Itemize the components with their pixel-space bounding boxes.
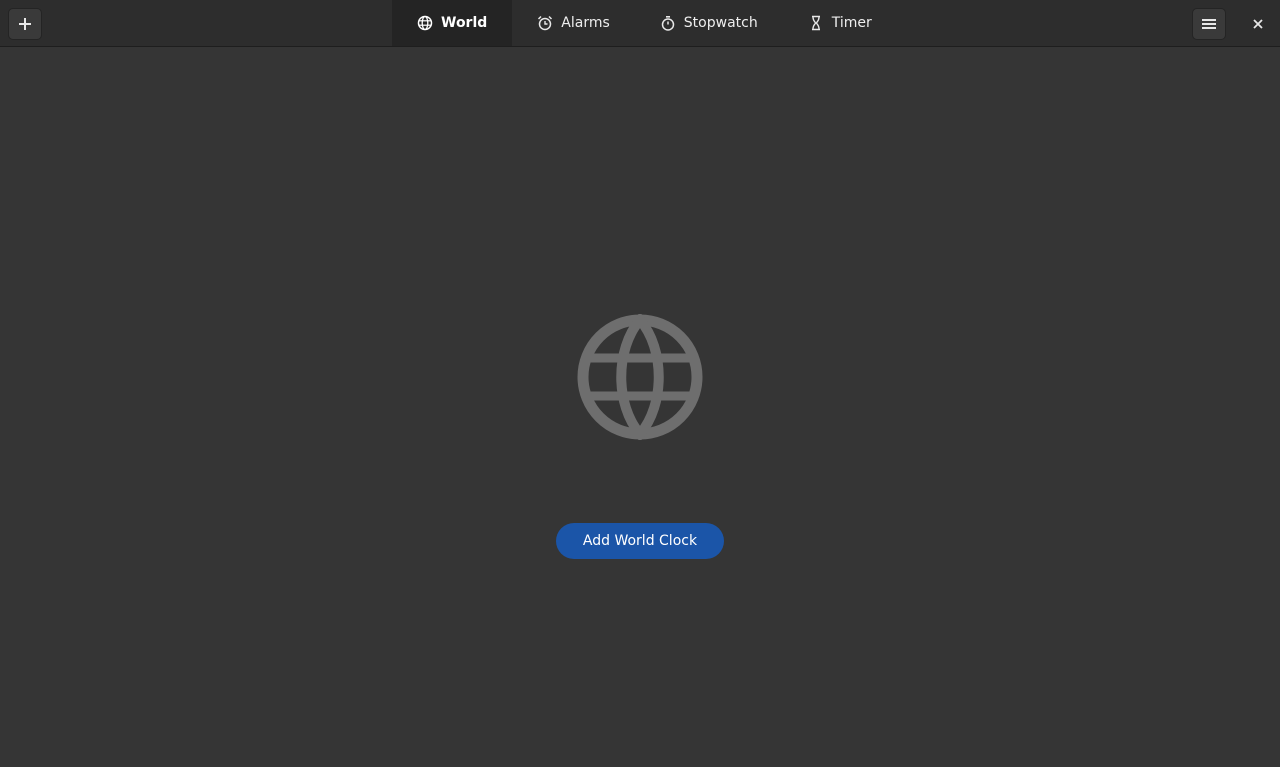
tab-alarms[interactable]: Alarms [512,0,635,46]
close-button[interactable] [1241,8,1275,40]
tab-timer[interactable]: Timer [783,0,897,46]
hourglass-icon [811,15,820,31]
globe-icon [417,15,433,31]
add-button[interactable] [8,8,42,40]
plus-icon [19,18,31,30]
tab-stopwatch[interactable]: Stopwatch [635,0,783,46]
tab-world[interactable]: World [392,0,513,46]
world-clock-empty-state: Add World Clock [0,47,1280,767]
tab-alarms-label: Alarms [561,15,610,31]
tab-world-label: World [441,15,488,31]
add-world-clock-button[interactable]: Add World Clock [556,523,724,559]
header-bar: World Alarms Stopwatch Timer [0,0,1280,47]
stopwatch-icon [661,16,675,31]
main-menu-button[interactable] [1192,8,1226,40]
hamburger-menu-icon [1202,19,1216,29]
tab-timer-label: Timer [831,15,872,31]
tab-stopwatch-label: Stopwatch [683,15,758,31]
close-icon [1253,19,1263,29]
globe-icon [577,314,703,440]
view-switcher: World Alarms Stopwatch Timer [392,0,897,47]
alarm-clock-icon [538,15,553,31]
add-world-clock-label: Add World Clock [582,533,698,549]
